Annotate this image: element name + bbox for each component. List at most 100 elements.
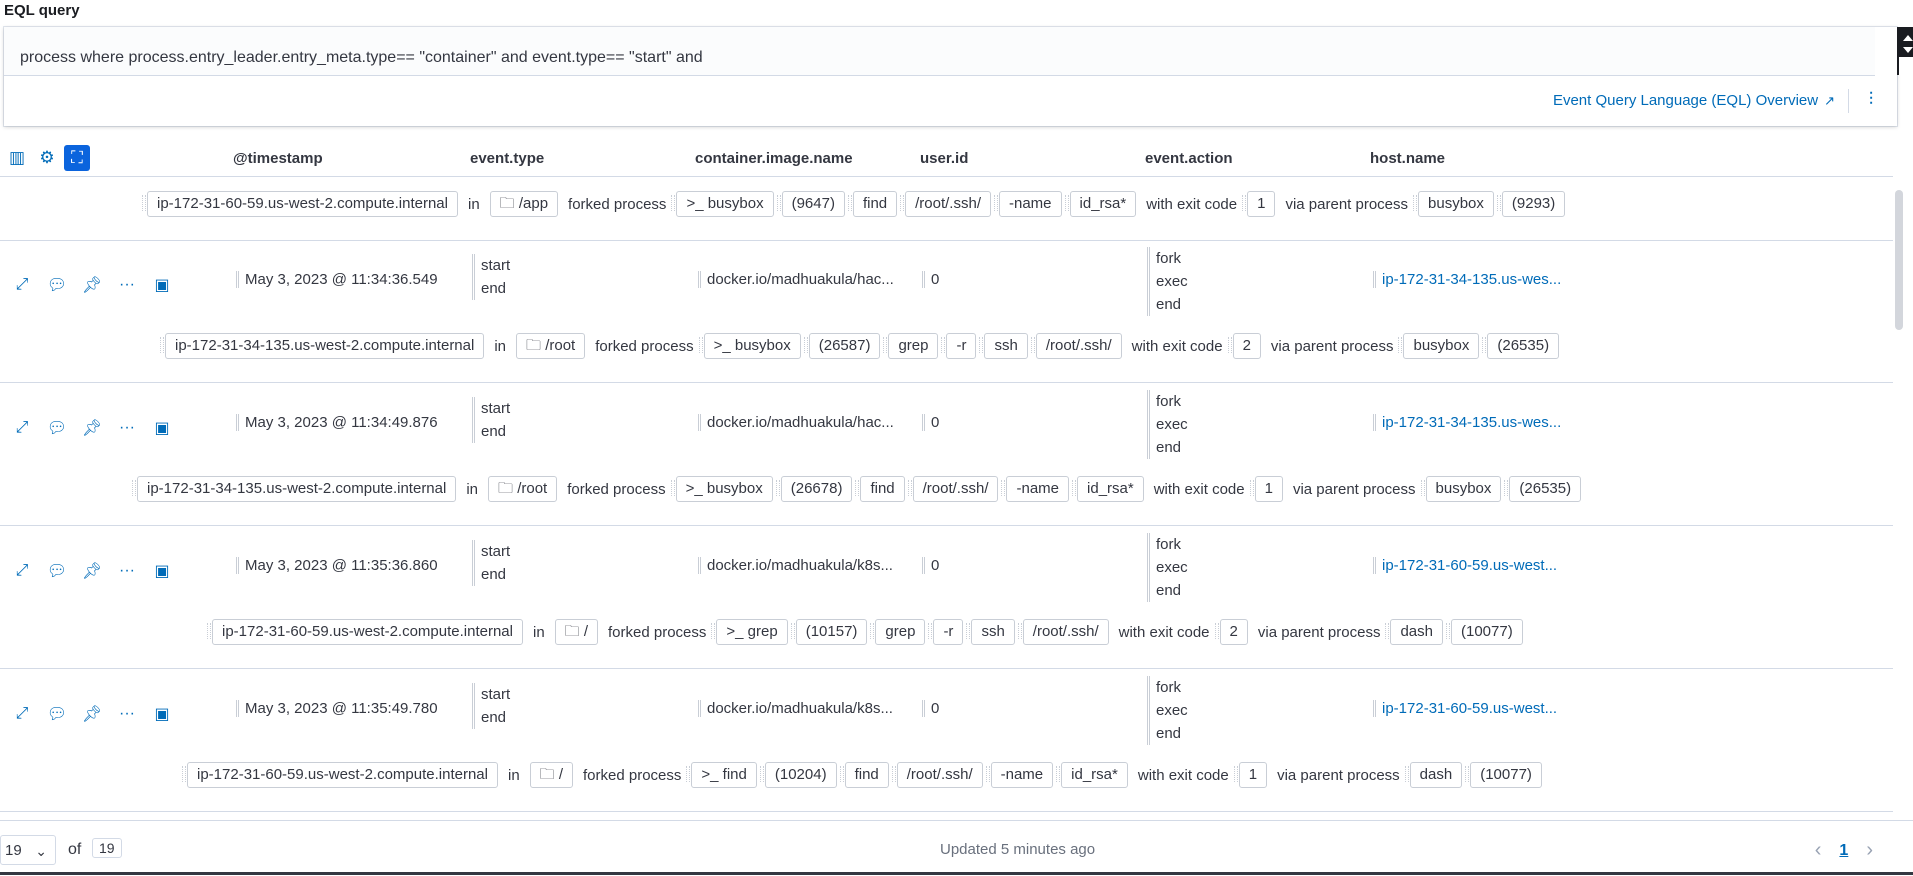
eql-input-scrollbar[interactable] <box>1897 27 1913 75</box>
event-action-value[interactable]: fork <box>1156 533 1188 556</box>
session-view-icon[interactable]: ▣ <box>150 273 174 297</box>
event-type-value[interactable]: start <box>481 683 510 706</box>
renderer-ppid[interactable]: (26535) <box>1482 333 1560 359</box>
renderer-process[interactable]: >_ busybox <box>671 191 774 217</box>
pin-icon[interactable]: 📌︎ <box>80 559 104 583</box>
renderer-arg[interactable]: id_rsa* <box>1064 191 1137 217</box>
renderer-process[interactable]: >_ grep <box>711 619 788 645</box>
renderer-exit-code[interactable]: 1 <box>1233 762 1268 788</box>
prev-page-icon[interactable]: ‹ <box>1815 839 1822 862</box>
renderer-pid[interactable]: (26587) <box>803 333 881 359</box>
renderer-dir[interactable]: 🗀 / <box>529 762 574 788</box>
renderer-ppid[interactable]: (10077) <box>1446 619 1523 645</box>
renderer-exit-code[interactable]: 1 <box>1249 476 1283 502</box>
renderer-arg[interactable]: /root/.ssh/ <box>1017 619 1109 645</box>
event-type-value[interactable]: start <box>481 254 510 277</box>
renderer-arg[interactable]: id_rsa* <box>1056 762 1128 788</box>
renderer-parent[interactable]: busybox <box>1413 191 1494 217</box>
renderer-pid[interactable]: (10157) <box>790 619 868 645</box>
renderer-ppid[interactable]: (26535) <box>1504 476 1582 502</box>
column-header-container-image[interactable]: container.image.name <box>695 150 853 167</box>
session-view-icon[interactable]: ▣ <box>150 416 174 440</box>
column-header-timestamp[interactable]: @timestamp <box>233 150 323 167</box>
cell-host-name[interactable]: ip-172-31-34-135.us-wes... <box>1373 271 1561 288</box>
pin-icon[interactable]: 📌︎ <box>80 273 104 297</box>
event-type-value[interactable]: start <box>481 540 510 563</box>
renderer-arg[interactable]: /root/.ssh/ <box>907 476 999 502</box>
renderer-host[interactable]: ip-172-31-60-59.us-west-2.compute.intern… <box>207 619 523 645</box>
renderer-arg[interactable]: /root/.ssh/ <box>1030 333 1122 359</box>
event-type-value[interactable]: start <box>481 397 510 420</box>
expand-icon[interactable]: ⤢ <box>10 702 34 726</box>
column-header-host-name[interactable]: host.name <box>1370 150 1445 167</box>
renderer-process[interactable]: >_ busybox <box>698 333 801 359</box>
event-type-value[interactable]: end <box>481 563 510 586</box>
renderer-process[interactable]: >_ find <box>686 762 757 788</box>
renderer-arg[interactable]: -name <box>985 762 1054 788</box>
renderer-dir[interactable]: 🗀 / <box>554 619 599 645</box>
event-type-value[interactable]: end <box>481 706 510 729</box>
cell-container-image[interactable]: docker.io/madhuakula/k8s... <box>698 557 893 574</box>
renderer-pid[interactable]: (10204) <box>759 762 837 788</box>
renderer-arg[interactable]: grep <box>883 333 939 359</box>
cell-user-id[interactable]: 0 <box>922 700 939 717</box>
resize-handle[interactable] <box>1897 57 1913 75</box>
renderer-host[interactable]: ip-172-31-60-59.us-west-2.compute.intern… <box>142 191 458 217</box>
renderer-ppid[interactable]: (10077) <box>1465 762 1542 788</box>
eql-overview-link[interactable]: Event Query Language (EQL) Overview ↗ <box>1553 92 1835 109</box>
more-icon[interactable]: ··· <box>115 702 139 726</box>
renderer-arg[interactable]: find <box>847 191 898 217</box>
comment-icon[interactable]: 💬︎ <box>45 273 69 297</box>
renderer-host[interactable]: ip-172-31-34-135.us-west-2.compute.inter… <box>131 476 457 502</box>
renderer-arg[interactable]: -name <box>1001 476 1070 502</box>
cell-user-id[interactable]: 0 <box>922 414 939 431</box>
renderer-arg[interactable]: -r <box>928 619 964 645</box>
column-header-event-action[interactable]: event.action <box>1145 150 1233 167</box>
renderer-arg[interactable]: find <box>855 476 905 502</box>
cell-timestamp[interactable]: May 3, 2023 @ 11:34:36.549 <box>236 271 438 288</box>
page-size-select[interactable]: 19 ⌄ <box>0 835 56 865</box>
renderer-arg[interactable]: ssh <box>979 333 1028 359</box>
column-header-user-id[interactable]: user.id <box>920 150 968 167</box>
renderer-arg[interactable]: grep <box>870 619 926 645</box>
event-action-value[interactable]: end <box>1156 579 1188 602</box>
next-page-icon[interactable]: › <box>1866 839 1873 862</box>
event-action-value[interactable]: fork <box>1156 676 1188 699</box>
renderer-exit-code[interactable]: 2 <box>1214 619 1248 645</box>
eql-overview-link-text[interactable]: Event Query Language (EQL) Overview <box>1553 92 1818 109</box>
renderer-parent[interactable]: busybox <box>1420 476 1502 502</box>
more-icon[interactable]: ··· <box>115 559 139 583</box>
renderer-arg[interactable]: /root/.ssh/ <box>900 191 991 217</box>
renderer-host[interactable]: ip-172-31-34-135.us-west-2.compute.inter… <box>159 333 485 359</box>
event-type-value[interactable]: end <box>481 420 510 443</box>
column-header-event-type[interactable]: event.type <box>470 150 544 167</box>
renderer-dir[interactable]: 🗀 /app <box>489 191 559 217</box>
expand-icon[interactable]: ⤢ <box>10 416 34 440</box>
renderer-ppid[interactable]: (9293) <box>1496 191 1566 217</box>
renderer-exit-code[interactable]: 2 <box>1227 333 1261 359</box>
cell-host-name[interactable]: ip-172-31-34-135.us-wes... <box>1373 414 1561 431</box>
eql-query-text[interactable]: process where process.entry_leader.entry… <box>20 47 703 69</box>
event-action-value[interactable]: end <box>1156 436 1188 459</box>
cell-timestamp[interactable]: May 3, 2023 @ 11:35:36.860 <box>236 557 438 574</box>
eql-options-icon[interactable]: ⫶ <box>1848 89 1883 113</box>
event-action-value[interactable]: exec <box>1156 270 1188 293</box>
session-view-icon[interactable]: ▣ <box>150 702 174 726</box>
cell-user-id[interactable]: 0 <box>922 271 939 288</box>
cell-timestamp[interactable]: May 3, 2023 @ 11:35:49.780 <box>236 700 438 717</box>
event-action-value[interactable]: exec <box>1156 699 1188 722</box>
comment-icon[interactable]: 💬︎ <box>45 702 69 726</box>
renderer-arg[interactable]: find <box>839 762 889 788</box>
event-action-value[interactable]: exec <box>1156 556 1188 579</box>
renderer-dir[interactable]: 🗀 /root <box>488 476 558 502</box>
renderer-arg[interactable]: /root/.ssh/ <box>891 762 983 788</box>
renderer-parent[interactable]: dash <box>1404 762 1463 788</box>
more-icon[interactable]: ··· <box>115 416 139 440</box>
event-action-value[interactable]: exec <box>1156 413 1188 436</box>
expand-icon[interactable]: ⤢ <box>10 559 34 583</box>
renderer-process[interactable]: >_ busybox <box>670 476 773 502</box>
cell-timestamp[interactable]: May 3, 2023 @ 11:34:49.876 <box>236 414 438 431</box>
pin-icon[interactable]: 📌︎ <box>80 702 104 726</box>
comment-icon[interactable]: 💬︎ <box>45 416 69 440</box>
cell-host-name[interactable]: ip-172-31-60-59.us-west... <box>1373 557 1557 574</box>
